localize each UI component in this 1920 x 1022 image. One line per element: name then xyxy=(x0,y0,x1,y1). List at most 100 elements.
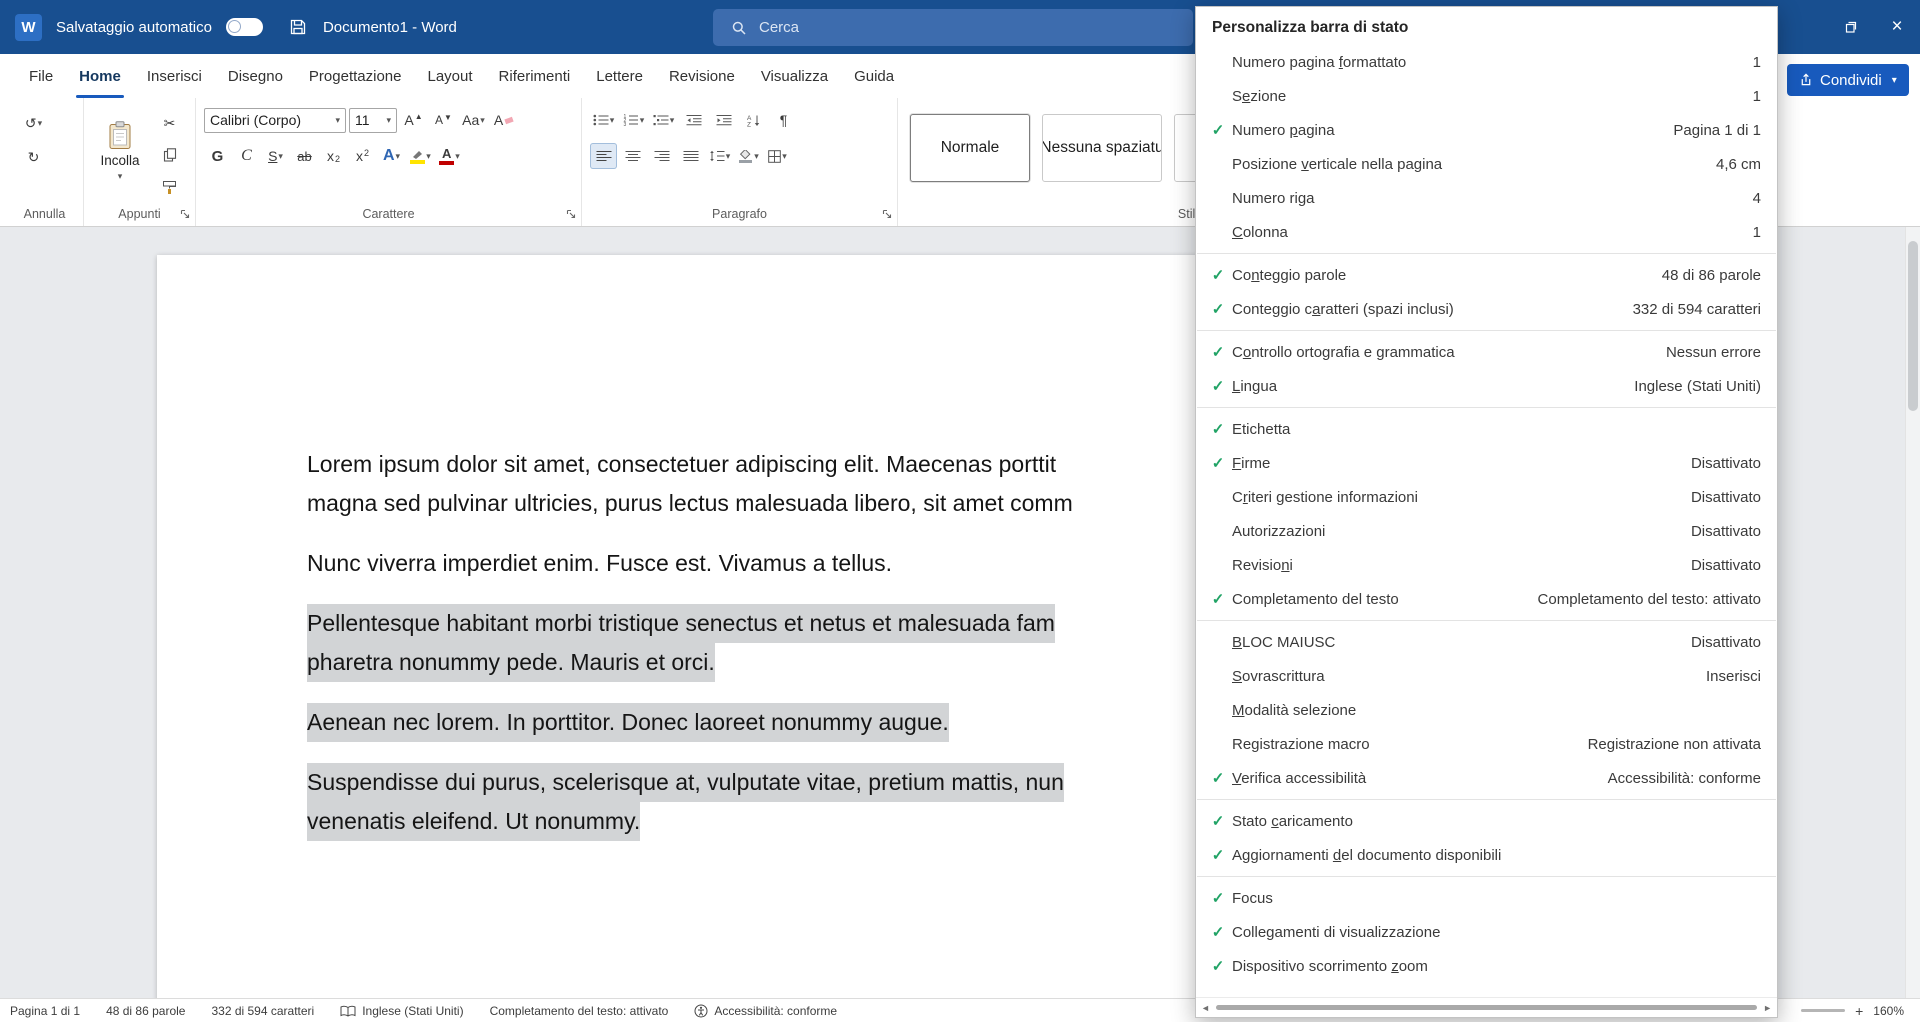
status-menu-item[interactable]: Numero pagina formattato1 xyxy=(1196,45,1777,79)
italic-button[interactable]: C xyxy=(233,143,260,169)
save-icon[interactable] xyxy=(289,18,307,36)
close-window-button[interactable]: × xyxy=(1874,0,1920,54)
clear-formatting-button[interactable]: A xyxy=(490,107,517,133)
increase-indent-button[interactable] xyxy=(710,107,737,133)
status-menu-item[interactable]: ✓Focus xyxy=(1196,881,1777,915)
style-card-nessuna-spaziatura[interactable]: Nessuna spaziatu xyxy=(1042,114,1162,182)
multilevel-list-button[interactable]: ▾ xyxy=(650,107,677,133)
style-card-normale[interactable]: Normale xyxy=(910,114,1030,182)
pilcrow-button[interactable]: ¶ xyxy=(770,107,797,133)
status-menu-item[interactable]: ✓Verifica accessibilitàAccessibilità: co… xyxy=(1196,761,1777,795)
shading-button[interactable]: ▾ xyxy=(735,143,762,169)
horizontal-scrollbar-thumb[interactable] xyxy=(1216,1005,1757,1010)
numbered-list-button[interactable]: 123 ▾ xyxy=(620,107,647,133)
font-dialog-launcher[interactable] xyxy=(566,209,576,219)
status-menu-item[interactable]: Registrazione macroRegistrazione non att… xyxy=(1196,727,1777,761)
ribbon-tab-layout[interactable]: Layout xyxy=(415,54,486,98)
text-prediction-status[interactable]: Completamento del testo: attivato xyxy=(490,1004,669,1018)
status-menu-item[interactable]: Modalità selezione xyxy=(1196,693,1777,727)
sort-button[interactable]: AZ xyxy=(740,107,767,133)
shrink-font-button[interactable]: A▼ xyxy=(430,107,457,133)
share-button[interactable]: Condividi ▾ xyxy=(1787,64,1909,96)
ribbon-tab-guida[interactable]: Guida xyxy=(841,54,907,98)
status-menu-item[interactable]: ✓Dispositivo scorrimento zoom xyxy=(1196,949,1777,983)
status-menu-item[interactable]: Numero riga4 xyxy=(1196,181,1777,215)
undo-button[interactable]: ↺▾ xyxy=(20,110,47,136)
scroll-right-arrow-icon[interactable]: ► xyxy=(1763,1003,1772,1013)
highlight-color-button[interactable]: ▾ xyxy=(407,143,434,169)
ribbon-tab-home[interactable]: Home xyxy=(66,54,134,98)
paragraph-dialog-launcher[interactable] xyxy=(882,209,892,219)
font-name-combo[interactable]: Calibri (Corpo)▾ xyxy=(204,108,346,133)
document-page[interactable]: Lorem ipsum dolor sit amet, consectetuer… xyxy=(157,255,1250,998)
status-menu-item[interactable]: AutorizzazioniDisattivato xyxy=(1196,514,1777,548)
status-menu-item[interactable]: Sezione1 xyxy=(1196,79,1777,113)
clipboard-dialog-launcher[interactable] xyxy=(180,209,190,219)
line-spacing-button[interactable]: ▾ xyxy=(706,143,733,169)
redo-button[interactable]: ↻ xyxy=(20,144,47,170)
ribbon-tab-file[interactable]: File xyxy=(16,54,66,98)
ribbon-tab-lettere[interactable]: Lettere xyxy=(583,54,656,98)
bold-button[interactable]: G xyxy=(204,143,231,169)
paragraph[interactable]: Suspendisse dui purus, scelerisque at, v… xyxy=(307,763,1073,841)
restore-window-button[interactable] xyxy=(1828,0,1874,54)
status-menu-item[interactable]: ✓Stato caricamento xyxy=(1196,804,1777,838)
bullet-list-button[interactable]: ▾ xyxy=(590,107,617,133)
status-menu-item[interactable]: ✓Etichetta xyxy=(1196,412,1777,446)
zoom-level[interactable]: 160% xyxy=(1873,1004,1904,1018)
paragraph[interactable]: Nunc viverra imperdiet enim. Fusce est. … xyxy=(307,544,1073,583)
menu-horizontal-scrollbar[interactable]: ◄ ► xyxy=(1196,997,1777,1017)
status-menu-item[interactable]: Posizione verticale nella pagina4,6 cm xyxy=(1196,147,1777,181)
subscript-button[interactable]: x2 xyxy=(320,143,347,169)
format-painter-button[interactable] xyxy=(156,174,183,200)
status-menu-item[interactable]: Criteri gestione informazioniDisattivato xyxy=(1196,480,1777,514)
status-menu-item[interactable]: ✓Numero paginaPagina 1 di 1 xyxy=(1196,113,1777,147)
align-right-button[interactable] xyxy=(648,143,675,169)
decrease-indent-button[interactable] xyxy=(680,107,707,133)
cut-button[interactable]: ✂ xyxy=(156,110,183,136)
paste-button[interactable]: Incolla ▾ xyxy=(92,106,148,196)
word-count[interactable]: 48 di 86 parole xyxy=(106,1004,185,1018)
document-text[interactable]: Lorem ipsum dolor sit amet, consectetuer… xyxy=(307,445,1073,862)
status-menu-item[interactable]: ✓FirmeDisattivato xyxy=(1196,446,1777,480)
page-indicator[interactable]: Pagina 1 di 1 xyxy=(10,1004,80,1018)
superscript-button[interactable]: x2 xyxy=(349,143,376,169)
status-menu-item[interactable]: ✓Controllo ortografia e grammaticaNessun… xyxy=(1196,335,1777,369)
font-size-combo[interactable]: 11▾ xyxy=(349,108,397,133)
ribbon-tab-progettazione[interactable]: Progettazione xyxy=(296,54,415,98)
borders-button[interactable]: ▾ xyxy=(764,143,791,169)
paragraph[interactable]: Lorem ipsum dolor sit amet, consectetuer… xyxy=(307,445,1073,523)
character-count[interactable]: 332 di 594 caratteri xyxy=(211,1004,314,1018)
status-menu-item[interactable]: Colonna1 xyxy=(1196,215,1777,249)
paragraph[interactable]: Pellentesque habitant morbi tristique se… xyxy=(307,604,1073,682)
status-menu-item[interactable]: ✓Completamento del testoCompletamento de… xyxy=(1196,582,1777,616)
vertical-scrollbar-thumb[interactable] xyxy=(1908,241,1918,411)
status-menu-item[interactable]: SovrascritturaInserisci xyxy=(1196,659,1777,693)
ribbon-tab-visualizza[interactable]: Visualizza xyxy=(748,54,841,98)
vertical-scrollbar[interactable] xyxy=(1905,227,1920,998)
scroll-left-arrow-icon[interactable]: ◄ xyxy=(1201,1003,1210,1013)
ribbon-tab-revisione[interactable]: Revisione xyxy=(656,54,748,98)
status-menu-item[interactable]: RevisioniDisattivato xyxy=(1196,548,1777,582)
ribbon-tab-inserisci[interactable]: Inserisci xyxy=(134,54,215,98)
justify-button[interactable] xyxy=(677,143,704,169)
search-box[interactable]: Cerca xyxy=(713,9,1193,46)
align-left-button[interactable] xyxy=(590,143,617,169)
status-menu-item[interactable]: ✓Conteggio caratteri (spazi inclusi)332 … xyxy=(1196,292,1777,326)
paragraph[interactable]: Aenean nec lorem. In porttitor. Donec la… xyxy=(307,703,1073,742)
grow-font-button[interactable]: A▲ xyxy=(400,107,427,133)
underline-button[interactable]: S▾ xyxy=(262,143,289,169)
font-color-button[interactable]: A ▾ xyxy=(436,143,463,169)
autosave-toggle[interactable] xyxy=(226,18,263,36)
accessibility-status[interactable]: Accessibilità: conforme xyxy=(694,1004,837,1018)
proofing-status[interactable]: Inglese (Stati Uniti) xyxy=(340,1004,463,1018)
ribbon-tab-disegno[interactable]: Disegno xyxy=(215,54,296,98)
zoom-slider[interactable] xyxy=(1801,1009,1845,1012)
status-menu-item[interactable]: ✓Collegamenti di visualizzazione xyxy=(1196,915,1777,949)
strikethrough-button[interactable]: ab xyxy=(291,143,318,169)
zoom-in-button[interactable]: + xyxy=(1855,1003,1863,1019)
status-menu-item[interactable]: ✓LinguaInglese (Stati Uniti) xyxy=(1196,369,1777,403)
copy-button[interactable] xyxy=(156,142,183,168)
status-menu-item[interactable]: ✓Conteggio parole48 di 86 parole xyxy=(1196,258,1777,292)
status-menu-item[interactable]: ✓Aggiornamenti del documento disponibili xyxy=(1196,838,1777,872)
